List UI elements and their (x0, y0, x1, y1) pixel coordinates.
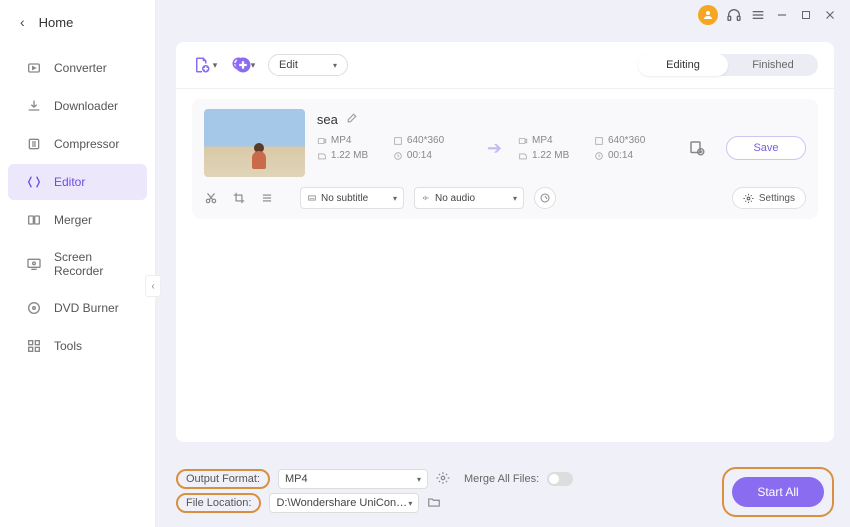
tab-editing[interactable]: Editing (638, 54, 728, 76)
home-nav[interactable]: ‹ Home (0, 0, 155, 44)
target-format: MP4 (532, 135, 553, 146)
chevron-down-icon: ▾ (408, 499, 412, 508)
output-format-label: Output Format: (176, 469, 270, 489)
speed-icon[interactable] (534, 187, 556, 209)
source-duration: 00:14 (407, 150, 432, 161)
sidebar-item-converter[interactable]: Converter (8, 50, 147, 86)
settings-label: Settings (759, 193, 795, 204)
output-settings-icon[interactable] (688, 139, 706, 157)
close-icon[interactable] (822, 7, 838, 23)
add-file-button[interactable]: ▾ (192, 54, 218, 76)
format-settings-icon[interactable] (436, 471, 452, 487)
sidebar-item-label: Editor (54, 175, 85, 189)
tab-segment: Editing Finished (638, 54, 818, 76)
file-metadata: sea MP4 640*360 1.22 MB 00:14 ➔ MP4 (317, 109, 806, 161)
cut-icon[interactable] (204, 191, 218, 205)
compressor-icon (26, 136, 42, 152)
sidebar-item-label: Screen Recorder (54, 250, 129, 278)
top-toolbar: ▾ ▾ Edit ▾ Editing Finished (176, 42, 834, 89)
sidebar-item-label: Tools (54, 339, 82, 353)
tools-icon (26, 338, 42, 354)
sidebar-item-dvd-burner[interactable]: DVD Burner (8, 290, 147, 326)
file-tool-row: No subtitle ▾ No audio ▾ Settings (204, 187, 806, 209)
maximize-icon[interactable] (798, 7, 814, 23)
save-button[interactable]: Save (726, 136, 806, 160)
audio-value: No audio (435, 193, 475, 204)
sidebar-item-screen-recorder[interactable]: Screen Recorder (8, 240, 147, 288)
file-name: sea (317, 112, 338, 127)
downloader-icon (26, 98, 42, 114)
target-size: 1.22 MB (532, 150, 569, 161)
minimize-icon[interactable] (774, 7, 790, 23)
subtitle-select[interactable]: No subtitle ▾ (300, 187, 404, 209)
start-all-highlight: Start All (722, 467, 834, 517)
sidebar-item-label: Compressor (54, 137, 119, 151)
sidebar-item-editor[interactable]: Editor (8, 164, 147, 200)
source-resolution: 640*360 (407, 135, 444, 146)
edit-select-label: Edit (279, 59, 298, 71)
file-location-select[interactable]: D:\Wondershare UniConverter 1 ▾ (269, 493, 419, 513)
chevron-down-icon: ▾ (333, 61, 337, 70)
merge-label: Merge All Files: (464, 473, 539, 485)
file-location-value: D:\Wondershare UniConverter 1 (276, 497, 408, 509)
home-label: Home (39, 15, 74, 30)
open-folder-icon[interactable] (427, 495, 443, 511)
file-location-label: File Location: (176, 493, 261, 513)
video-thumbnail[interactable] (204, 109, 305, 177)
source-size: 1.22 MB (331, 150, 368, 161)
target-resolution: 640*360 (608, 135, 645, 146)
sidebar-item-compressor[interactable]: Compressor (8, 126, 147, 162)
sidebar-list: Converter Downloader Compressor Editor M… (0, 50, 155, 364)
screen-recorder-icon (26, 256, 42, 272)
sidebar-item-label: Downloader (54, 99, 118, 113)
merge-toggle[interactable] (547, 472, 573, 486)
headset-icon[interactable] (726, 7, 742, 23)
output-format-value: MP4 (285, 473, 308, 485)
output-format-select[interactable]: MP4 ▾ (278, 469, 428, 489)
chevron-down-icon: ▾ (513, 194, 517, 203)
sidebar: ‹ Home Converter Downloader Compressor E… (0, 0, 156, 527)
sidebar-item-downloader[interactable]: Downloader (8, 88, 147, 124)
audio-select[interactable]: No audio ▾ (414, 187, 524, 209)
edit-name-icon[interactable] (346, 111, 359, 127)
chevron-down-icon: ▾ (417, 475, 421, 484)
title-bar (698, 0, 850, 30)
add-url-button[interactable]: ▾ (230, 54, 256, 76)
bottom-bar: Output Format: MP4 ▾ Merge All Files: Fi… (176, 465, 834, 517)
user-avatar[interactable] (698, 5, 718, 25)
chevron-down-icon: ▾ (213, 60, 218, 71)
sidebar-item-label: Merger (54, 213, 92, 227)
chevron-down-icon: ▾ (393, 194, 397, 203)
chevron-left-icon: ‹ (20, 14, 25, 30)
sidebar-item-label: DVD Burner (54, 301, 119, 315)
source-format: MP4 (331, 135, 352, 146)
collapse-sidebar-button[interactable]: ‹ (145, 275, 161, 297)
target-duration: 00:14 (608, 150, 633, 161)
converter-icon (26, 60, 42, 76)
arrow-right-icon: ➔ (487, 138, 502, 159)
start-all-button[interactable]: Start All (732, 477, 824, 507)
tab-finished[interactable]: Finished (728, 54, 818, 76)
sidebar-item-tools[interactable]: Tools (8, 328, 147, 364)
settings-button[interactable]: Settings (732, 187, 806, 209)
subtitle-value: No subtitle (321, 193, 368, 204)
main-panel: ▾ ▾ Edit ▾ Editing Finished sea (176, 42, 834, 442)
crop-icon[interactable] (232, 191, 246, 205)
file-card: sea MP4 640*360 1.22 MB 00:14 ➔ MP4 (192, 99, 818, 219)
list-icon[interactable] (260, 191, 274, 205)
editor-icon (26, 174, 42, 190)
hamburger-menu-icon[interactable] (750, 7, 766, 23)
sidebar-item-label: Converter (54, 61, 107, 75)
sidebar-item-merger[interactable]: Merger (8, 202, 147, 238)
edit-mode-select[interactable]: Edit ▾ (268, 54, 348, 76)
merger-icon (26, 212, 42, 228)
dvd-burner-icon (26, 300, 42, 316)
